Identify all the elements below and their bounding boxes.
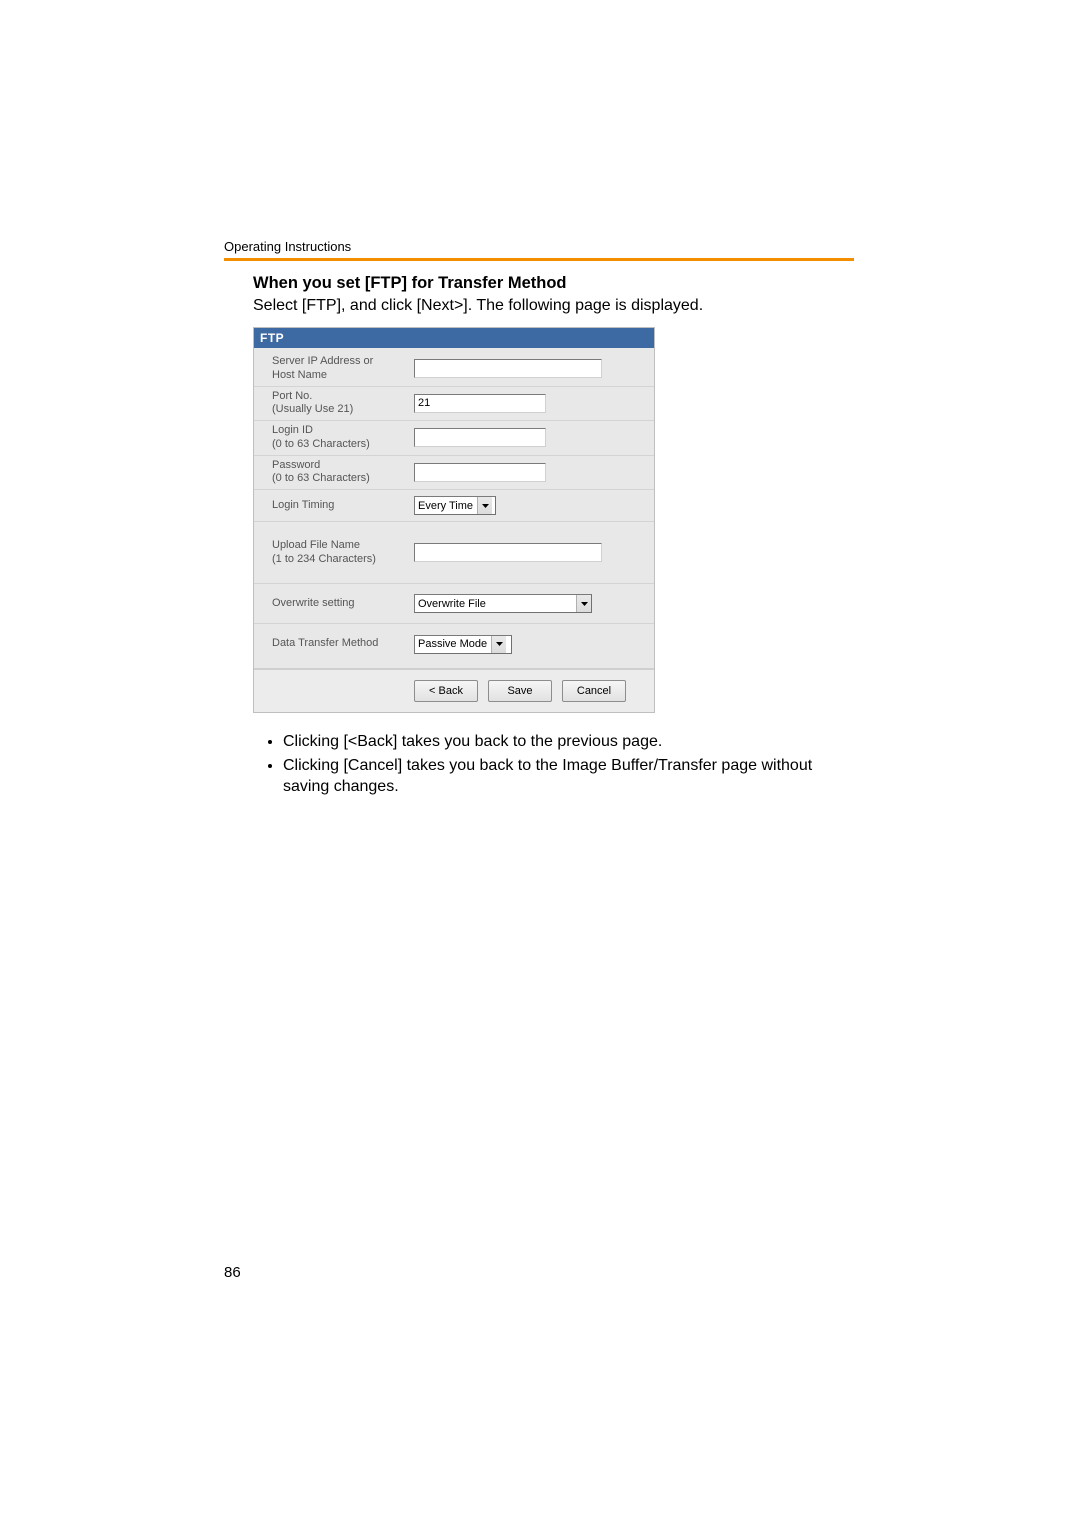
login-id-input[interactable] (414, 428, 546, 447)
label-login-timing: Login Timing (254, 499, 414, 513)
chevron-down-icon (477, 497, 492, 514)
section-subtitle: Select [FTP], and click [Next>]. The fol… (253, 297, 853, 315)
transfer-method-select[interactable]: Passive Mode (414, 635, 512, 654)
chevron-down-icon (491, 636, 506, 653)
select-value: Passive Mode (418, 638, 487, 650)
row-login-id: Login ID (0 to 63 Characters) (254, 421, 654, 456)
label-text: Server IP Address or (272, 355, 373, 367)
upload-filename-input[interactable] (414, 543, 602, 562)
header-divider (224, 258, 854, 261)
label-transfer-method: Data Transfer Method (254, 637, 414, 651)
chevron-down-icon (576, 595, 591, 612)
row-password: Password (0 to 63 Characters) (254, 456, 654, 491)
row-overwrite: Overwrite setting Overwrite File (254, 584, 654, 624)
row-upload-filename: Upload File Name (1 to 234 Characters) (254, 522, 654, 584)
overwrite-select[interactable]: Overwrite File (414, 594, 592, 613)
ftp-panel-title: FTP (254, 328, 654, 348)
select-value: Overwrite File (418, 598, 572, 610)
password-input[interactable] (414, 463, 546, 482)
back-button[interactable]: < Back (414, 680, 478, 702)
save-button[interactable]: Save (488, 680, 552, 702)
notes-list: Clicking [<Back] takes you back to the p… (253, 731, 853, 798)
list-item: Clicking [<Back] takes you back to the p… (283, 731, 853, 753)
label-upload-filename: Upload File Name (1 to 234 Characters) (254, 539, 414, 567)
cancel-button[interactable]: Cancel (562, 680, 626, 702)
row-login-timing: Login Timing Every Time (254, 490, 654, 522)
label-text: (0 to 63 Characters) (272, 438, 370, 450)
label-overwrite: Overwrite setting (254, 597, 414, 611)
page-number: 86 (224, 1264, 241, 1281)
login-timing-select[interactable]: Every Time (414, 496, 496, 515)
list-item: Clicking [Cancel] takes you back to the … (283, 755, 853, 798)
label-text: Login ID (272, 424, 313, 436)
running-head: Operating Instructions (224, 239, 351, 254)
select-value: Every Time (418, 500, 473, 512)
section-heading: When you set [FTP] for Transfer Method (253, 274, 853, 293)
label-text: Host Name (272, 369, 327, 381)
ftp-button-row: < Back Save Cancel (254, 670, 654, 712)
row-transfer-method: Data Transfer Method Passive Mode (254, 624, 654, 664)
label-port: Port No. (Usually Use 21) (254, 390, 414, 418)
label-login-id: Login ID (0 to 63 Characters) (254, 424, 414, 452)
label-password: Password (0 to 63 Characters) (254, 459, 414, 487)
row-server-ip: Server IP Address or Host Name (254, 352, 654, 387)
label-text: Upload File Name (272, 539, 360, 551)
server-ip-input[interactable] (414, 359, 602, 378)
ftp-settings-panel: FTP Server IP Address or Host Name Port … (253, 327, 655, 713)
label-server-ip: Server IP Address or Host Name (254, 355, 414, 383)
label-text: Password (272, 459, 320, 471)
label-text: (1 to 234 Characters) (272, 553, 376, 565)
row-port: Port No. (Usually Use 21) 21 (254, 387, 654, 422)
label-text: (Usually Use 21) (272, 403, 353, 415)
port-input[interactable]: 21 (414, 394, 546, 413)
label-text: Port No. (272, 390, 312, 402)
label-text: (0 to 63 Characters) (272, 472, 370, 484)
